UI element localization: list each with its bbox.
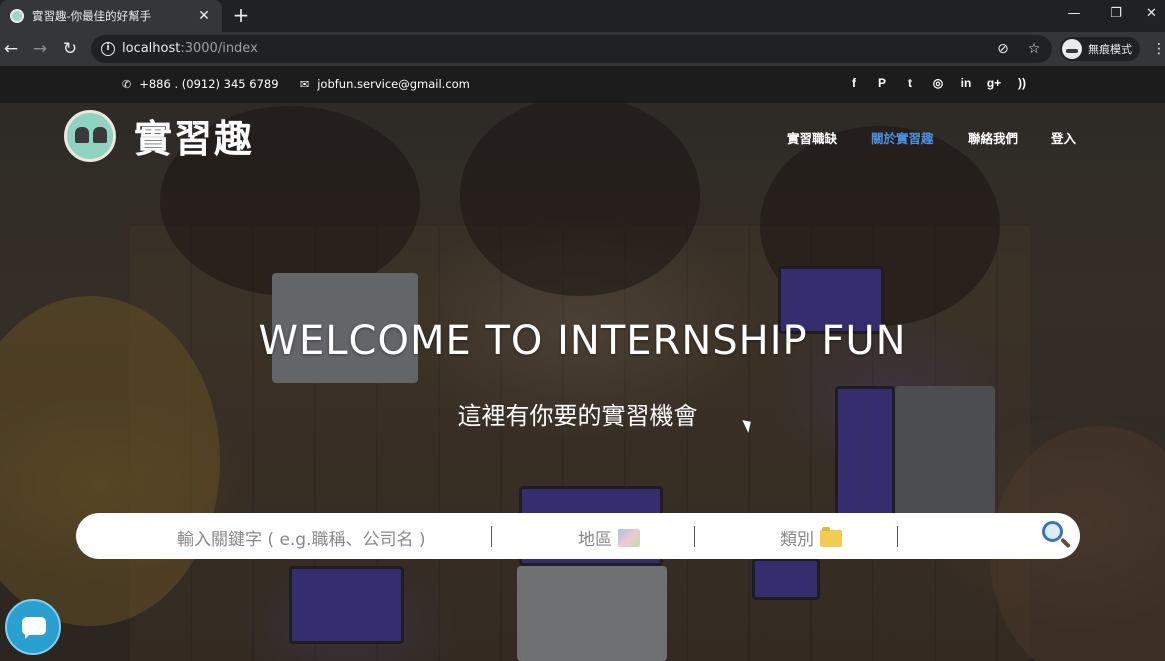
magnifier-icon <box>1042 521 1063 542</box>
nav-item-login[interactable]: 登入 <box>1051 128 1076 147</box>
forward-arrow-icon[interactable]: → <box>29 38 51 60</box>
rss-icon[interactable]: )) <box>1008 76 1036 90</box>
minimize-button[interactable]: — <box>1054 4 1094 24</box>
new-tab-button[interactable]: + <box>231 5 251 25</box>
incognito-label: 無痕模式 <box>1088 43 1132 56</box>
browser-tab-strip: 實習趣-你最佳的好幫手 ✕ + — ❐ ✕ <box>0 0 1165 32</box>
envelope-icon: ✉ <box>300 77 310 91</box>
back-arrow-icon[interactable]: ← <box>0 38 22 60</box>
star-bookmark-icon[interactable]: ☆ <box>1025 40 1043 58</box>
search-divider <box>491 526 492 547</box>
search-divider <box>897 526 898 547</box>
google-plus-icon[interactable]: g+ <box>980 76 1008 90</box>
phone-number: +886 . (0912) 345 6789 <box>139 77 279 91</box>
region-select[interactable]: 地區 <box>578 525 640 550</box>
email-contact[interactable]: ✉ jobfun.service@gmail.com <box>300 77 470 91</box>
job-search-bar: 輸入關鍵字 ( e.g.職稱、公司名 ) 地區 類別 <box>76 513 1080 559</box>
dribbble-icon[interactable]: ◎ <box>924 76 952 90</box>
eye-slash-icon[interactable]: ⊘ <box>994 40 1012 58</box>
pinterest-icon[interactable]: P <box>868 76 896 90</box>
nav-item-jobs[interactable]: 實習職缺 <box>787 128 837 147</box>
favicon-icon <box>10 9 24 23</box>
browser-tab[interactable]: 實習趣-你最佳的好幫手 ✕ <box>0 0 222 32</box>
url-text[interactable]: localhost:3000/index <box>122 41 258 56</box>
phone-contact[interactable]: ✆ +886 . (0912) 345 6789 <box>122 77 279 91</box>
phone-icon: ✆ <box>122 77 132 91</box>
address-bar[interactable]: i localhost:3000/index ⊘ ☆ <box>91 35 1052 63</box>
hero-title: WELCOME TO INTERNSHIP FUN <box>258 318 907 364</box>
keyword-search-input[interactable]: 輸入關鍵字 ( e.g.職稱、公司名 ) <box>177 525 426 550</box>
close-window-button[interactable]: ✕ <box>1138 4 1165 24</box>
browser-toolbar: ← → ↻ i localhost:3000/index ⊘ ☆ 無痕模式 ⋮ <box>0 32 1165 66</box>
nav-item-about[interactable]: 關於實習趣 <box>871 128 934 147</box>
region-label: 地區 <box>578 530 612 550</box>
incognito-icon <box>1062 39 1082 59</box>
linkedin-icon[interactable]: in <box>952 76 980 90</box>
browser-menu-icon[interactable]: ⋮ <box>1152 41 1165 57</box>
nav-item-contact[interactable]: 聯絡我們 <box>968 128 1018 147</box>
facebook-icon[interactable]: f <box>840 76 868 90</box>
twitter-icon[interactable]: t <box>896 76 924 90</box>
category-select[interactable]: 類別 <box>780 525 842 550</box>
reload-icon[interactable]: ↻ <box>59 38 81 60</box>
logo-icon[interactable] <box>64 110 116 162</box>
social-links: f P t ◎ in g+ )) <box>840 76 1036 90</box>
search-divider <box>694 526 695 547</box>
category-label: 類別 <box>780 530 814 550</box>
email-address: jobfun.service@gmail.com <box>317 77 470 91</box>
restore-button[interactable]: ❐ <box>1096 4 1136 24</box>
hero-subtitle: 這裡有你要的實習機會 <box>457 402 698 430</box>
site-info-icon[interactable]: i <box>101 42 115 56</box>
contact-topbar: ✆ +886 . (0912) 345 6789 ✉ jobfun.servic… <box>0 66 1165 103</box>
logo-text[interactable]: 實習趣 <box>134 108 254 163</box>
search-submit-button[interactable] <box>1042 521 1072 551</box>
map-icon <box>618 529 640 547</box>
incognito-badge[interactable]: 無痕模式 <box>1060 37 1140 61</box>
folder-icon <box>820 527 842 547</box>
tab-title: 實習趣-你最佳的好幫手 <box>32 9 152 23</box>
web-page: ✆ +886 . (0912) 345 6789 ✉ jobfun.servic… <box>0 66 1165 661</box>
chat-widget-button[interactable] <box>5 599 61 655</box>
tab-close-icon[interactable]: ✕ <box>196 8 212 24</box>
